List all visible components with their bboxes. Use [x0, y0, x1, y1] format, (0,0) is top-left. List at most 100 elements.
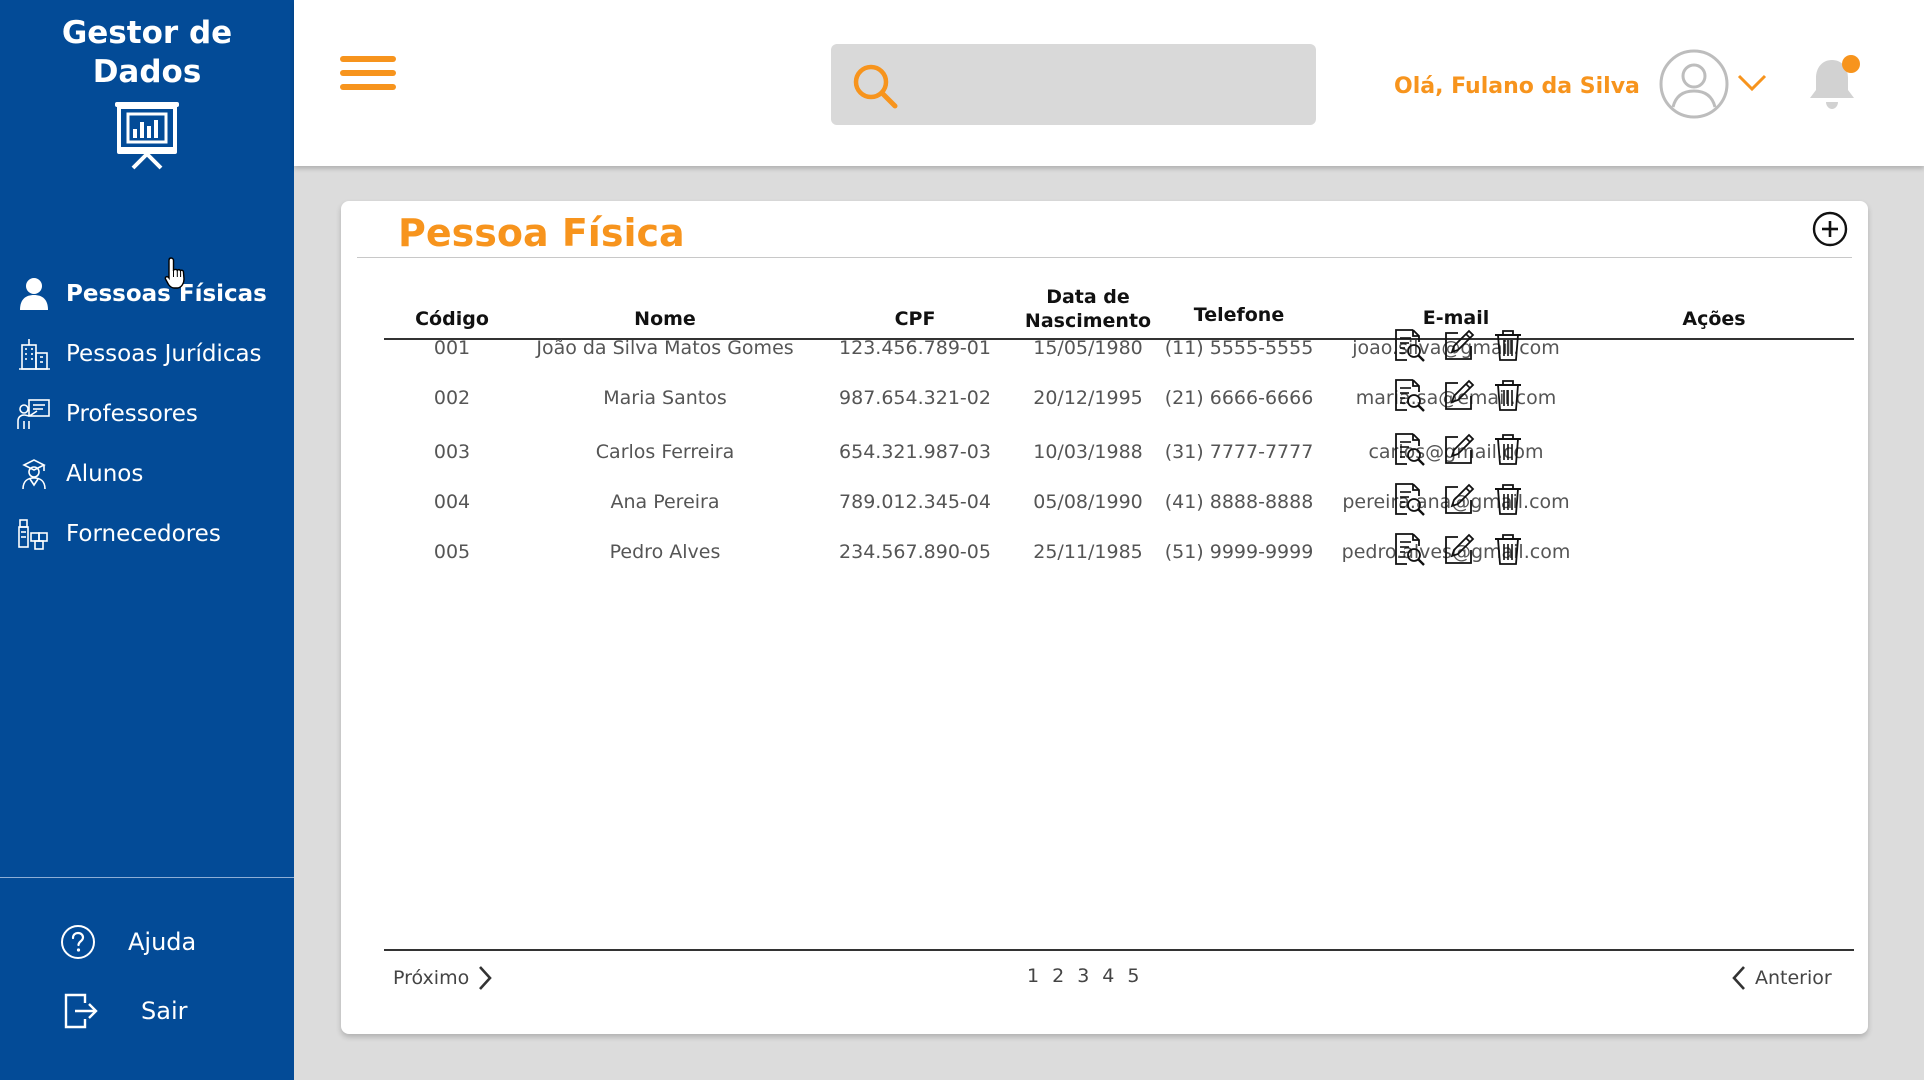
sidebar-item-label: Alunos	[66, 461, 144, 487]
edit-icon[interactable]	[1442, 482, 1476, 520]
cell-cpf: 789.012.345-04	[839, 491, 991, 513]
cell-telefone: (31) 7777-7777	[1164, 441, 1314, 463]
brand: Gestor de Dados	[0, 14, 294, 170]
cell-nascimento: 15/05/1980	[1033, 337, 1143, 359]
cell-cpf: 123.456.789-01	[839, 337, 991, 359]
table-footer-divider	[384, 949, 1854, 951]
cell-nome: Pedro Alves	[609, 541, 721, 563]
hamburger-icon-bar	[340, 84, 396, 90]
building-icon	[17, 337, 51, 371]
cell-nome: Carlos Ferreira	[595, 441, 735, 463]
previous-page-button[interactable]: Anterior	[1731, 965, 1832, 991]
sidebar-divider	[0, 877, 294, 878]
previous-page-label: Anterior	[1755, 967, 1832, 989]
cell-codigo: 003	[433, 441, 471, 463]
column-header-acoes: Ações	[1682, 308, 1746, 330]
chevron-left-icon	[1732, 966, 1745, 990]
hamburger-icon-bar	[340, 70, 396, 76]
sidebar-item-label: Pessoas Jurídicas	[66, 341, 262, 367]
student-icon	[17, 457, 51, 491]
cell-cpf: 987.654.321-02	[839, 387, 991, 409]
delete-icon[interactable]	[1493, 432, 1523, 470]
cell-nome: Maria Santos	[603, 387, 727, 409]
user-avatar-icon[interactable]	[1658, 48, 1730, 120]
cell-nascimento: 25/11/1985	[1033, 541, 1143, 563]
help-link[interactable]: Ajuda	[60, 924, 196, 960]
brand-title: Gestor de Dados	[61, 15, 233, 90]
presentation-chart-icon	[115, 102, 179, 170]
sidebar-item-pessoas-fisicas[interactable]: Pessoas Físicas	[0, 264, 294, 324]
delete-icon[interactable]	[1493, 482, 1523, 520]
supplier-icon	[17, 517, 51, 551]
cell-codigo: 002	[433, 387, 471, 409]
cell-cpf: 654.321.987-03	[839, 441, 991, 463]
add-circle-icon[interactable]	[1811, 210, 1849, 248]
menu-button[interactable]	[340, 56, 396, 96]
delete-icon[interactable]	[1493, 328, 1523, 366]
next-page-label: Próximo	[393, 967, 470, 989]
cell-codigo: 004	[433, 491, 471, 513]
page-numbers: 1 2 3 4 5	[1027, 965, 1152, 987]
page-number[interactable]: 1	[1027, 965, 1039, 987]
search-input[interactable]	[911, 62, 1301, 106]
help-icon	[61, 925, 95, 959]
sidebar: Gestor de Dados Pessoas Físicas Pessoas	[0, 0, 294, 1080]
sidebar-item-label: Fornecedores	[66, 521, 221, 547]
cell-codigo: 001	[433, 337, 471, 359]
cell-nome: João da Silva Matos Gomes	[536, 337, 794, 359]
page-number[interactable]: 4	[1102, 965, 1114, 987]
view-details-icon[interactable]	[1392, 482, 1426, 520]
edit-icon[interactable]	[1442, 328, 1476, 366]
notification-bell-icon[interactable]	[1802, 52, 1866, 116]
sidebar-item-alunos[interactable]: Alunos	[0, 444, 294, 504]
edit-icon[interactable]	[1442, 378, 1476, 416]
page-number[interactable]: 3	[1077, 965, 1089, 987]
column-header-nome: Nome	[634, 308, 696, 330]
next-page-button[interactable]: Próximo	[393, 965, 493, 991]
user-greeting: Olá, Fulano da Silva	[1394, 74, 1640, 99]
column-header-email: E-mail	[1422, 307, 1490, 329]
view-details-icon[interactable]	[1392, 432, 1426, 470]
cell-codigo: 005	[433, 541, 471, 563]
column-header-codigo: Código	[415, 308, 489, 330]
logout-link[interactable]: Sair	[63, 991, 187, 1031]
person-icon	[17, 277, 51, 311]
view-details-icon[interactable]	[1392, 328, 1426, 366]
cell-telefone: (41) 8888-8888	[1164, 491, 1314, 513]
column-header-telefone: Telefone	[1193, 304, 1285, 326]
cell-nascimento: 10/03/1988	[1033, 441, 1143, 463]
column-header-nascimento: Data de Nascimento	[1024, 286, 1152, 332]
cell-nascimento: 05/08/1990	[1033, 491, 1143, 513]
edit-icon[interactable]	[1442, 532, 1476, 570]
top-header: Olá, Fulano da Silva	[294, 0, 1924, 166]
sidebar-item-pessoas-juridicas[interactable]: Pessoas Jurídicas	[0, 324, 294, 384]
view-details-icon[interactable]	[1392, 532, 1426, 570]
view-details-icon[interactable]	[1392, 378, 1426, 416]
page-number[interactable]: 2	[1052, 965, 1064, 987]
cell-cpf: 234.567.890-05	[839, 541, 991, 563]
sidebar-item-professores[interactable]: Professores	[0, 384, 294, 444]
chevron-down-icon[interactable]	[1737, 74, 1767, 92]
sidebar-item-fornecedores[interactable]: Fornecedores	[0, 504, 294, 564]
delete-icon[interactable]	[1493, 378, 1523, 416]
cell-nome: Ana Pereira	[610, 491, 720, 513]
hand-cursor-icon	[164, 257, 185, 289]
cell-telefone: (21) 6666-6666	[1164, 387, 1314, 409]
cell-telefone: (11) 5555-5555	[1164, 337, 1314, 359]
cell-nascimento: 20/12/1995	[1033, 387, 1143, 409]
logout-label: Sair	[141, 997, 188, 1025]
hamburger-icon-bar	[340, 56, 396, 62]
delete-icon[interactable]	[1493, 532, 1523, 570]
sidebar-nav: Pessoas Físicas Pessoas Jurídicas Profes…	[0, 264, 294, 564]
edit-icon[interactable]	[1442, 432, 1476, 470]
sidebar-item-label: Professores	[66, 401, 198, 427]
chevron-right-icon	[479, 966, 492, 990]
notification-dot	[1842, 55, 1860, 73]
search-icon	[853, 64, 898, 109]
teacher-icon	[17, 397, 51, 431]
page-number[interactable]: 5	[1127, 965, 1139, 987]
column-header-cpf: CPF	[894, 308, 936, 330]
help-label: Ajuda	[128, 928, 197, 956]
search-box[interactable]	[831, 44, 1316, 125]
page-title: Pessoa Física	[398, 211, 685, 255]
